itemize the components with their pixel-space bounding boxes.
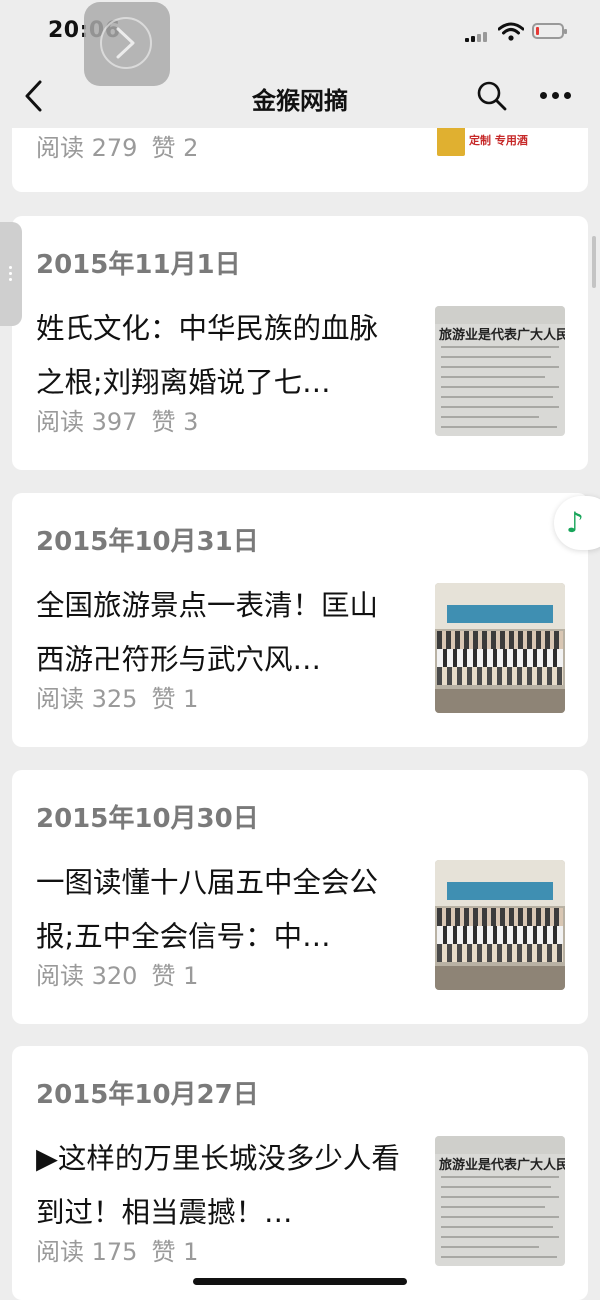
article-thumbnail — [435, 860, 565, 990]
like-count: 赞 2 — [151, 134, 199, 162]
like-count: 赞 1 — [151, 685, 199, 713]
read-count: 阅读 175 — [36, 1238, 138, 1266]
read-count: 阅读 320 — [36, 962, 138, 990]
article-list[interactable]: 阅读 279 赞 2 定制 专用酒 2015年11月1日 姓氏文化：中华民族的血脉… — [0, 0, 600, 1300]
article-title[interactable]: 一图读懂十八届五中全会公报;五中全会信号：中… — [36, 856, 406, 964]
read-count: 阅读 279 — [36, 134, 138, 162]
chevron-right-icon — [116, 27, 135, 59]
floating-back-button[interactable] — [84, 2, 170, 86]
battery-icon — [532, 23, 567, 39]
music-player-button[interactable]: ♪ — [554, 496, 600, 550]
thumbnail-headline: 旅游业是代表广大人民根本利益的 — [439, 328, 565, 343]
thumbnail-ad-text: 定制 专用酒 — [469, 134, 528, 147]
side-drawer-handle[interactable] — [0, 222, 22, 326]
more-options-icon[interactable] — [538, 92, 572, 100]
article-date: 2015年11月1日 — [36, 250, 241, 280]
article-stats: 阅读 279 赞 2 — [36, 128, 212, 163]
article-date: 2015年10月27日 — [36, 1080, 259, 1110]
cellular-signal-icon — [465, 30, 487, 42]
article-stats: 阅读 397 赞 3 — [36, 402, 212, 437]
read-count: 阅读 397 — [36, 408, 138, 436]
article-thumbnail — [435, 583, 565, 713]
like-count: 赞 1 — [151, 962, 199, 990]
article-card[interactable]: 2015年10月31日 全国旅游景点一表清！匡山西游卍符形与武穴风… 阅读 32… — [12, 493, 588, 747]
article-stats: 阅读 320 赞 1 — [36, 956, 212, 991]
page-title: 金猴网摘 — [252, 87, 348, 115]
article-thumbnail: 旅游业是代表广大人民根本利益的 — [435, 306, 565, 436]
article-thumbnail: 旅游业是代表广大人民根本利益的 — [435, 1136, 565, 1266]
article-stats: 阅读 325 赞 1 — [36, 679, 212, 714]
search-icon[interactable] — [476, 80, 508, 112]
article-card[interactable]: 2015年11月1日 姓氏文化：中华民族的血脉之根;刘翔离婚说了七… 阅读 39… — [12, 216, 588, 470]
article-title[interactable]: 姓氏文化：中华民族的血脉之根;刘翔离婚说了七… — [36, 302, 406, 410]
like-count: 赞 3 — [151, 408, 199, 436]
article-title[interactable]: ▶这样的万里长城没多少人看到过！相当震撼！… — [36, 1132, 406, 1240]
music-note-icon: ♪ — [566, 506, 584, 539]
home-indicator — [193, 1278, 407, 1285]
article-thumbnail: 定制 专用酒 — [435, 124, 565, 158]
article-stats: 阅读 175 赞 1 — [36, 1232, 212, 1267]
thumbnail-headline: 旅游业是代表广大人民根本利益的 — [439, 1158, 565, 1173]
article-date: 2015年10月30日 — [36, 804, 259, 834]
article-card[interactable]: 2015年10月30日 一图读懂十八届五中全会公报;五中全会信号：中… 阅读 3… — [12, 770, 588, 1024]
read-count: 阅读 325 — [36, 685, 138, 713]
article-date: 2015年10月31日 — [36, 527, 259, 557]
scroll-indicator — [592, 236, 596, 288]
article-title[interactable]: 全国旅游景点一表清！匡山西游卍符形与武穴风… — [36, 579, 406, 687]
wifi-icon — [498, 22, 524, 41]
article-card[interactable]: 2015年10月27日 ▶这样的万里长城没多少人看到过！相当震撼！… 阅读 17… — [12, 1046, 588, 1300]
like-count: 赞 1 — [151, 1238, 199, 1266]
